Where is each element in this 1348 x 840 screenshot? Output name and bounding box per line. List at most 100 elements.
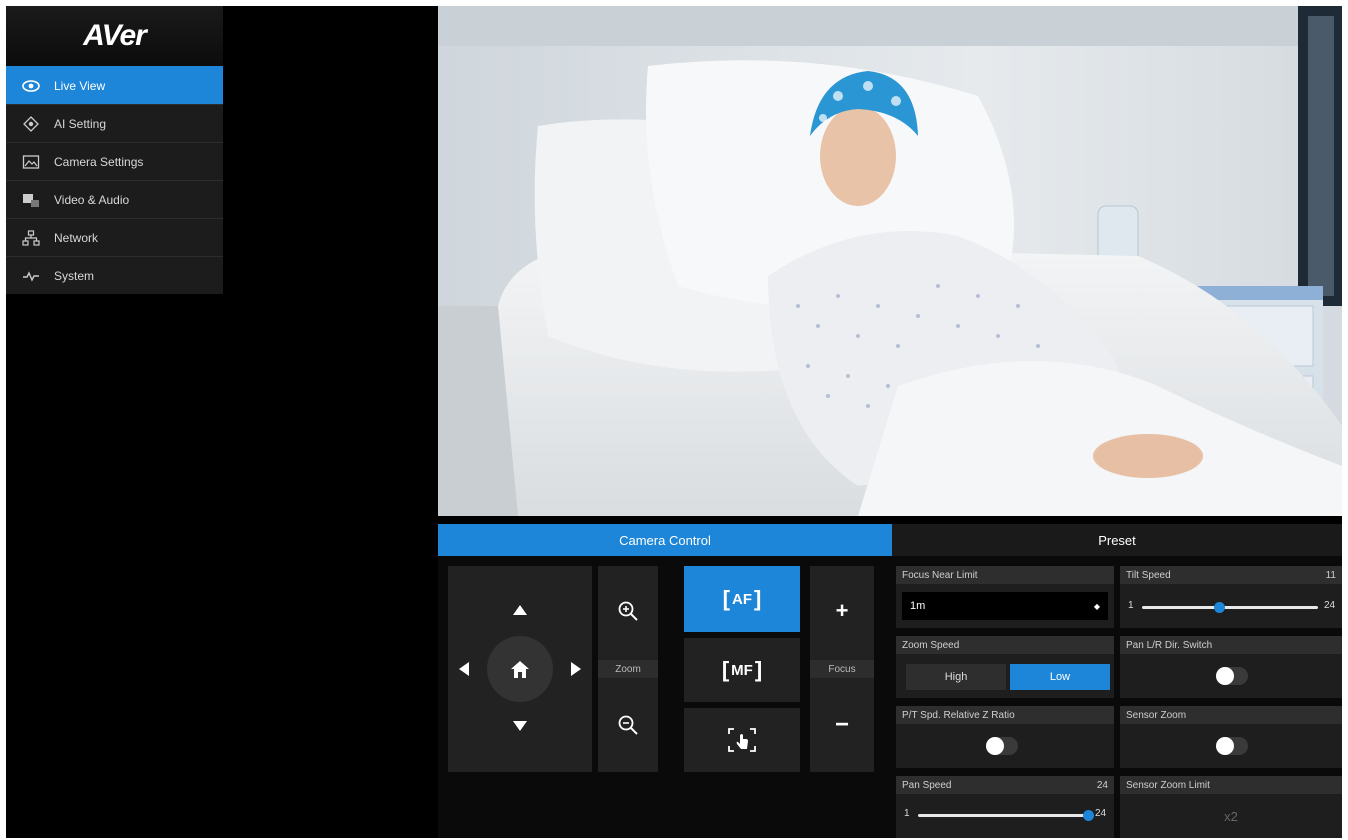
image-icon xyxy=(20,153,42,171)
focus-near-limit-value: 1m xyxy=(910,600,926,612)
focus-near-limit-body: 1m ◆ xyxy=(896,584,1114,628)
focus-near-limit-header: Focus Near Limit xyxy=(896,566,1114,584)
touch-focus-button[interactable] xyxy=(684,708,800,772)
sensor-zoom-label: Sensor Zoom xyxy=(1126,709,1187,721)
mf-label: MF xyxy=(731,661,753,679)
tab-camera-control[interactable]: Camera Control xyxy=(438,524,892,556)
sidebar-item-ai-setting[interactable]: AI Setting xyxy=(6,104,223,142)
sidebar-item-network[interactable]: Network xyxy=(6,218,223,256)
pan-speed-body: 1 24 xyxy=(896,794,1114,838)
focus-near-limit-select[interactable]: 1m ◆ xyxy=(902,592,1108,620)
touch-focus-icon xyxy=(728,728,756,752)
pan-lr-switch-toggle[interactable] xyxy=(1216,667,1248,685)
toggle-knob xyxy=(1216,737,1234,755)
focus-controls: + Focus − xyxy=(810,566,874,772)
toggle-knob xyxy=(1216,667,1234,685)
pan-right-button[interactable] xyxy=(562,655,590,683)
sensor-zoom-limit-header: Sensor Zoom Limit xyxy=(1120,776,1342,794)
sidebar-item-label: Live View xyxy=(54,78,106,93)
pan-speed-max: 24 xyxy=(1095,808,1107,819)
sidebar-item-label: System xyxy=(54,268,95,283)
tilt-speed-value: 11 xyxy=(1325,569,1336,581)
tilt-speed-min: 1 xyxy=(1128,600,1134,611)
manual-focus-button[interactable]: [ MF ] xyxy=(684,638,800,702)
slider-thumb[interactable] xyxy=(1213,602,1225,613)
pan-lr-switch-body xyxy=(1120,654,1342,698)
sidebar-item-system[interactable]: System xyxy=(6,256,223,294)
sensor-zoom-toggle[interactable] xyxy=(1216,737,1248,755)
pan-left-button[interactable] xyxy=(450,655,478,683)
home-button[interactable] xyxy=(487,636,553,702)
zoom-out-icon xyxy=(618,715,638,735)
tilt-speed-slider[interactable] xyxy=(1142,600,1318,614)
pulse-icon xyxy=(20,267,42,285)
aver-logo: AVer xyxy=(6,6,223,66)
video-frame xyxy=(438,6,1342,516)
eye-icon xyxy=(20,77,42,95)
sensor-zoom-limit-body: x2 xyxy=(1120,794,1342,838)
sensor-zoom-limit-value: x2 xyxy=(1224,808,1238,824)
arrow-right-icon xyxy=(571,662,581,676)
sidebar-item-label: AI Setting xyxy=(54,116,107,131)
zoom-speed-body: High Low xyxy=(896,654,1114,698)
ai-target-icon xyxy=(20,115,42,133)
focus-label: Focus xyxy=(810,660,874,678)
zoom-label: Zoom xyxy=(598,660,658,678)
ptz-direction-pad xyxy=(448,566,592,772)
pt-speed-ratio-toggle[interactable] xyxy=(986,737,1018,755)
tab-preset[interactable]: Preset xyxy=(892,524,1342,556)
sidebar-item-live-view[interactable]: Live View xyxy=(6,66,223,104)
pan-speed-min: 1 xyxy=(904,808,910,819)
pt-speed-ratio-header: P/T Spd. Relative Z Ratio xyxy=(896,706,1114,724)
tilt-speed-body: 1 24 xyxy=(1120,584,1342,628)
arrow-left-icon xyxy=(459,662,469,676)
pt-speed-ratio-body xyxy=(896,724,1114,768)
tilt-up-button[interactable] xyxy=(506,596,534,624)
tilt-speed-label: Tilt Speed xyxy=(1126,569,1171,581)
sidebar-item-label: Video & Audio xyxy=(54,192,130,207)
zoom-speed-header: Zoom Speed xyxy=(896,636,1114,654)
slider-track xyxy=(918,814,1088,817)
focus-near-button[interactable]: + xyxy=(810,586,874,636)
pan-lr-switch-header: Pan L/R Dir. Switch xyxy=(1120,636,1342,654)
tilt-speed-header: Tilt Speed 11 xyxy=(1120,566,1342,584)
pan-speed-label: Pan Speed xyxy=(902,779,952,791)
video-audio-icon xyxy=(20,191,42,209)
tilt-down-button[interactable] xyxy=(506,712,534,740)
zoom-in-button[interactable] xyxy=(598,586,658,636)
bracket-left-icon: [ xyxy=(721,657,730,682)
autofocus-button[interactable]: [ AF ] xyxy=(684,566,800,632)
network-icon xyxy=(20,229,42,247)
zoom-speed-low-button[interactable]: Low xyxy=(1010,664,1110,690)
af-label: AF xyxy=(732,590,752,608)
tilt-speed-max: 24 xyxy=(1324,600,1336,611)
plus-icon: + xyxy=(835,598,849,623)
bracket-right-icon: ] xyxy=(754,657,763,682)
sidebar-item-video-audio[interactable]: Video & Audio xyxy=(6,180,223,218)
sidebar: AVer Live View AI Setting Camera Setting… xyxy=(6,6,223,302)
live-video-feed[interactable] xyxy=(438,6,1342,516)
app-window: AVer Live View AI Setting Camera Setting… xyxy=(6,6,1342,838)
home-icon xyxy=(511,660,529,678)
zoom-speed-high-button[interactable]: High xyxy=(906,664,1006,690)
pan-speed-header: Pan Speed 24 xyxy=(896,776,1114,794)
minus-icon: − xyxy=(834,711,849,738)
pt-speed-ratio-label: P/T Spd. Relative Z Ratio xyxy=(902,709,1015,721)
select-arrows-icon: ◆ xyxy=(1093,601,1100,611)
toggle-knob xyxy=(986,737,1004,755)
slider-thumb[interactable] xyxy=(1083,810,1094,821)
sensor-zoom-limit-label: Sensor Zoom Limit xyxy=(1126,779,1210,791)
bracket-left-icon: [ xyxy=(722,586,730,611)
zoom-speed-label: Zoom Speed xyxy=(902,639,960,651)
zoom-out-button[interactable] xyxy=(598,700,658,750)
sidebar-item-label: Camera Settings xyxy=(54,154,144,169)
slider-track xyxy=(1142,606,1318,609)
sidebar-item-camera-settings[interactable]: Camera Settings xyxy=(6,142,223,180)
sidebar-item-label: Network xyxy=(54,230,99,245)
focus-far-button[interactable]: − xyxy=(810,700,874,750)
arrow-down-icon xyxy=(513,721,527,731)
control-tabs: Camera Control Preset xyxy=(438,524,1342,556)
pan-speed-slider[interactable] xyxy=(918,808,1094,822)
sensor-zoom-body xyxy=(1120,724,1342,768)
zoom-controls: Zoom xyxy=(598,566,658,772)
